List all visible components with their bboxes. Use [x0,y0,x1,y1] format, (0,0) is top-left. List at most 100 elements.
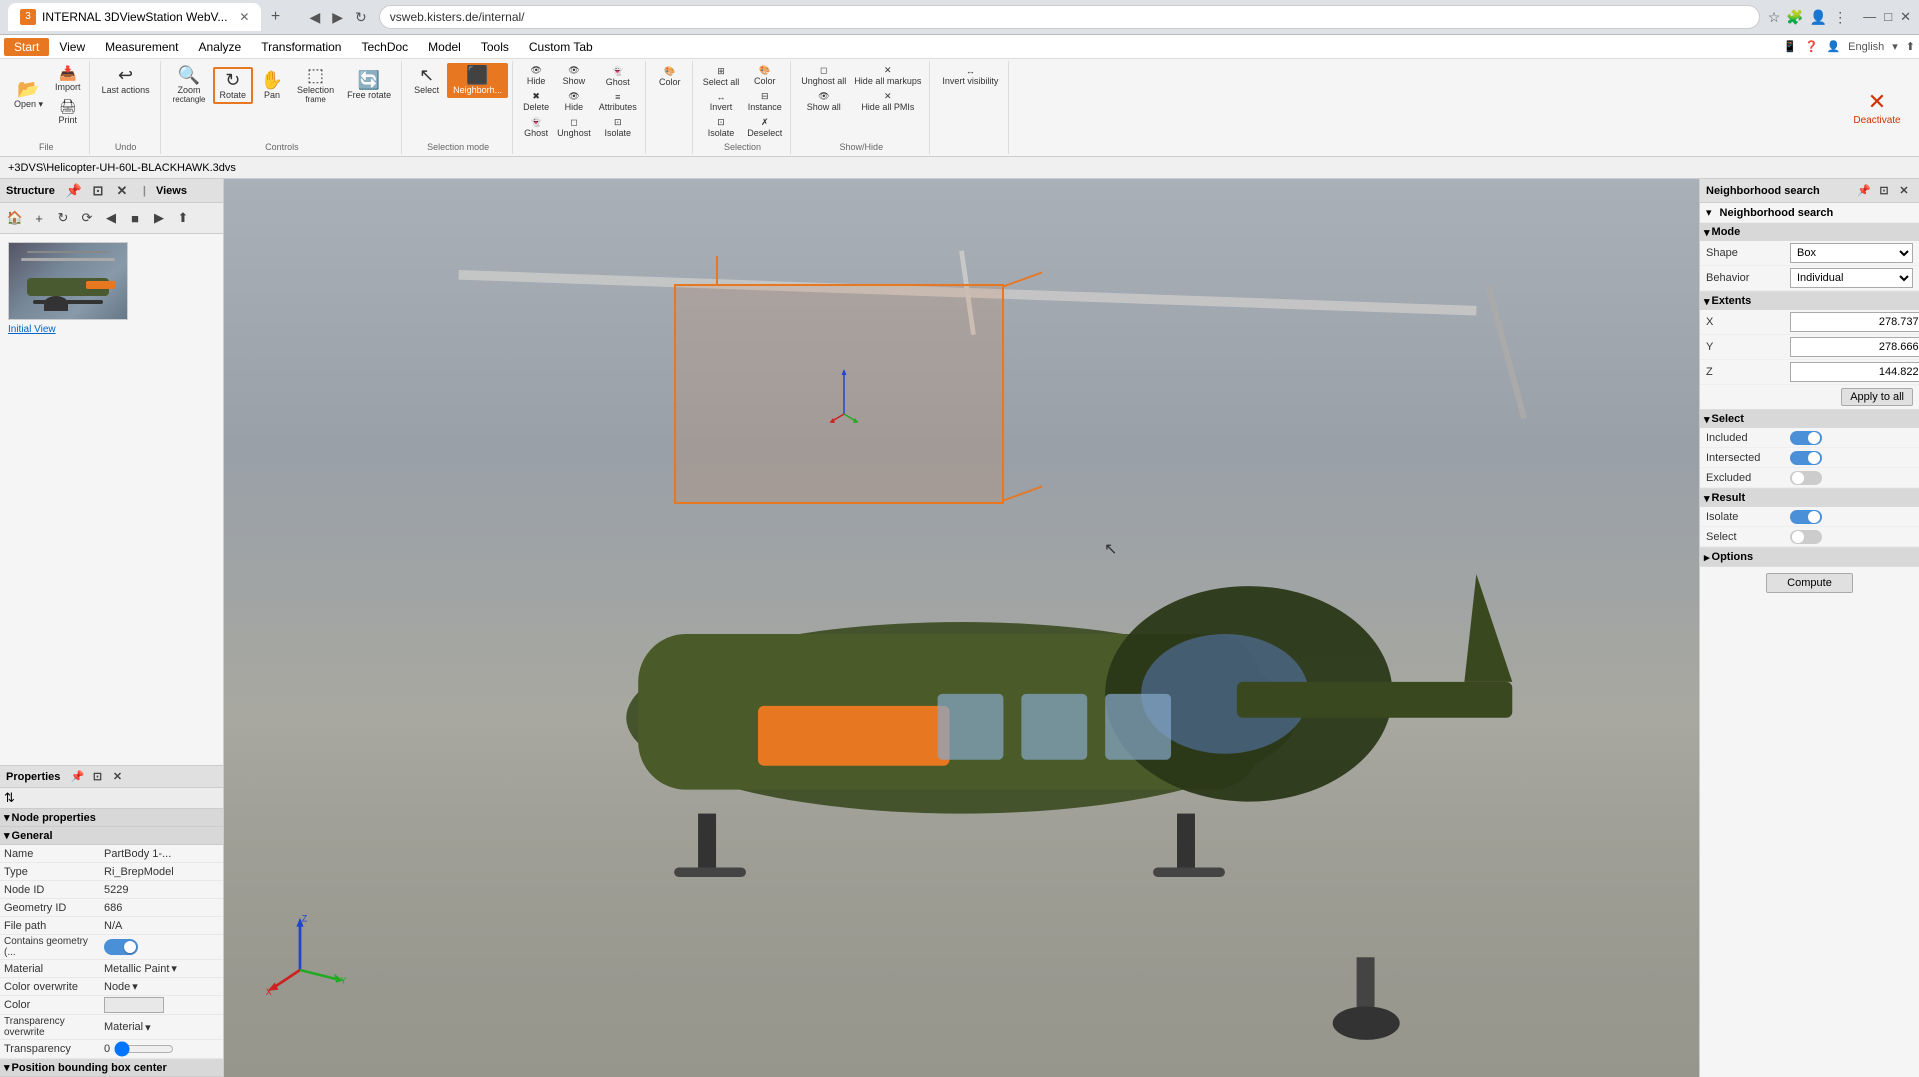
initial-view-label[interactable]: Initial View [8,324,219,335]
ghost-button[interactable]: 👻 Ghost [519,115,553,140]
contains-geom-toggle[interactable] [104,939,138,955]
ns-collapse-icon[interactable]: ▾ [1706,206,1712,219]
menu-custom-tab[interactable]: Custom Tab [519,38,603,56]
initial-view-thumb[interactable] [8,242,128,320]
props-undock-btn[interactable]: ⊡ [88,768,106,786]
deselect-button[interactable]: ✗ Deselect [743,115,786,140]
export-icon-btn[interactable]: ⬆ [172,207,194,229]
show-button[interactable]: 👁 Show [553,63,595,88]
select-result-toggle[interactable] [1790,530,1822,544]
help-icon[interactable]: ❓ [1805,40,1819,53]
forward-button[interactable]: ▶ [328,5,347,30]
hide-btn2[interactable]: 👁 Hide [553,89,595,114]
forward-nav-btn[interactable]: ▶ [148,207,170,229]
mode-collapse[interactable]: ▾ [1704,226,1710,239]
deactivate-button[interactable]: ✕ Deactivate [1847,86,1907,129]
props-pin-btn[interactable]: 📌 [68,768,86,786]
menu-icon[interactable]: ⋮ [1833,9,1847,26]
material-dropdown-btn[interactable]: ▾ [171,962,177,975]
isolate-button[interactable]: ⊡ Isolate [595,115,641,140]
menu-view[interactable]: View [49,38,95,56]
sync-icon-btn[interactable]: ⟳ [76,207,98,229]
home-icon-btn[interactable]: 🏠 [4,207,26,229]
import-button[interactable]: 📥 Import [51,63,85,94]
invert-vis-button[interactable]: ↔ Invert visibility [936,63,1004,89]
back-nav-btn[interactable]: ◀ [100,207,122,229]
color-button[interactable]: 🎨 Color [652,63,688,90]
back-button[interactable]: ◀ [305,5,324,30]
close-button[interactable]: ✕ [1900,9,1911,25]
add-icon-btn[interactable]: + [28,207,50,229]
general-collapse[interactable]: ▾ [4,829,10,842]
address-bar[interactable]: vsweb.kisters.de/internal/ [379,5,1760,29]
ns-pin-btn[interactable]: 📌 [1855,182,1873,200]
hide-pmls-button[interactable]: ✕ Hide all PMIs [850,89,925,114]
delete-button[interactable]: ✖ Delete [519,89,553,114]
select-mode-button[interactable]: ↖ Select [408,63,445,98]
shape-select[interactable]: Box Sphere Cylinder [1790,243,1913,263]
viewport[interactable]: Z X Y ↖ [224,179,1699,1077]
intersected-toggle[interactable] [1790,451,1822,465]
browser-tab[interactable]: 3 INTERNAL 3DViewStation WebV... ✕ [8,3,261,31]
new-tab-button[interactable]: + [261,3,289,31]
pan-button[interactable]: ✋ Pan [254,68,290,103]
user-icon[interactable]: 👤 [1810,9,1827,26]
struct-close-btn[interactable]: ✕ [111,180,133,202]
menu-tools[interactable]: Tools [471,38,519,56]
select-collapse[interactable]: ▾ [1704,413,1710,426]
node-section-collapse[interactable]: ▾ [4,811,10,824]
z-input[interactable] [1790,362,1919,382]
open-button[interactable]: 📂 Open ▾ [8,77,49,113]
lang-dropdown-icon[interactable]: ▾ [1892,40,1898,53]
free-rotate-button[interactable]: 🔄 Free rotate [341,68,397,103]
y-input[interactable] [1790,337,1919,357]
unghost-all-button[interactable]: ◻ Unghost all [797,63,850,88]
color-overwrite-dropdown-btn[interactable]: ▾ [132,980,138,993]
menu-measurement[interactable]: Measurement [95,38,188,56]
minimize-button[interactable]: — [1863,9,1876,25]
rotate-button[interactable]: ↻ Rotate [213,67,254,104]
transp-overwrite-dropdown[interactable]: ▾ [145,1021,151,1034]
expand-icon[interactable]: ⬆ [1906,40,1915,53]
menu-model[interactable]: Model [418,38,471,56]
reload-button[interactable]: ↻ [351,5,371,30]
menu-techdoc[interactable]: TechDoc [351,38,418,56]
invert-button[interactable]: ↔ Invert [699,90,744,114]
position-collapse[interactable]: ▾ [4,1061,10,1074]
excluded-toggle[interactable] [1790,471,1822,485]
props-close-btn[interactable]: ✕ [108,768,126,786]
stop-icon-btn[interactable]: ■ [124,207,146,229]
last-actions-button[interactable]: ↩ Last actions [96,63,156,98]
x-input[interactable] [1790,312,1919,332]
color-swatch[interactable] [104,997,164,1013]
apply-to-all-button[interactable]: Apply to all [1841,388,1913,406]
structure-tab[interactable]: Structure [6,185,55,197]
zoom-rectangle-button[interactable]: 🔍 Zoom rectangle [167,63,212,107]
select-all-button[interactable]: ⊞ Select all [699,64,744,89]
bookmark-icon[interactable]: ☆ [1768,9,1781,26]
hide-markups-button[interactable]: ✕ Hide all markups [850,63,925,88]
ns-close-btn[interactable]: ✕ [1895,182,1913,200]
struct-pin-btn[interactable]: 📌 [63,180,85,202]
extension-icon[interactable]: 🧩 [1786,9,1803,26]
behavior-select[interactable]: Individual Assembly Part [1790,268,1913,288]
result-collapse[interactable]: ▾ [1704,492,1710,505]
selection-frame-button[interactable]: ⬚ Selection frame [291,63,340,107]
included-toggle[interactable] [1790,431,1822,445]
menu-transformation[interactable]: Transformation [251,38,351,56]
instance-button[interactable]: ⊟ Instance [743,89,786,114]
menu-analyze[interactable]: Analyze [189,38,252,56]
ghost2-button[interactable]: 👻 Ghost [595,64,641,89]
views-tab[interactable]: Views [156,185,187,197]
ns-undock-btn[interactable]: ⊡ [1875,182,1893,200]
tab-close[interactable]: ✕ [239,10,249,24]
refresh-icon-btn[interactable]: ↻ [52,207,74,229]
unghost-button[interactable]: ◻ Unghost [553,115,595,140]
user-account-icon[interactable]: 👤 [1826,40,1840,53]
isolate-sel-button[interactable]: ⊡ Isolate [699,115,744,140]
struct-undock-btn[interactable]: ⊡ [87,180,109,202]
menu-start[interactable]: Start [4,38,49,56]
isolate-result-toggle[interactable] [1790,510,1822,524]
transparency-slider[interactable] [114,1041,174,1057]
print-button[interactable]: 🖨 Print [51,96,85,127]
